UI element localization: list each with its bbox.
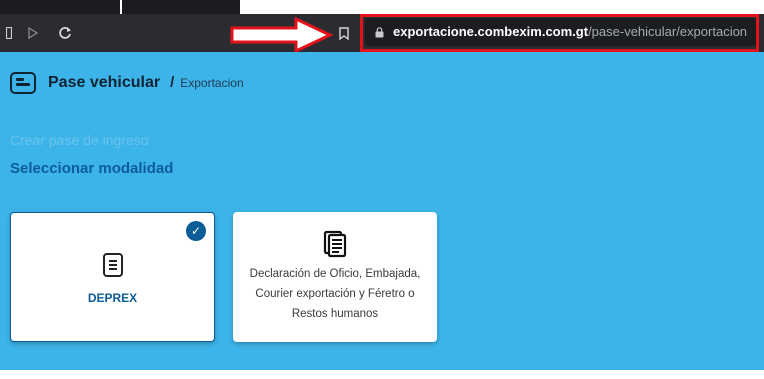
sidebar-icon[interactable] (2, 14, 16, 52)
section-title: Seleccionar modalidad (10, 160, 174, 177)
red-arrow-annotation (230, 17, 334, 53)
modalidad-card-deprex[interactable]: ✓ DEPREX (10, 212, 215, 342)
document-icon (103, 253, 123, 277)
browser-tab-strip (0, 0, 764, 14)
card-label: DEPREX (87, 291, 138, 305)
page-subtitle: Crear pase de ingreso (10, 132, 149, 148)
browser-tab[interactable] (122, 0, 240, 14)
modalidad-card-declaracion[interactable]: Declaración de Oficio, Embajada, Courier… (233, 212, 437, 342)
check-icon: ✓ (186, 221, 206, 241)
page-content: Pase vehicular / Exportacion Crear pase de… (0, 52, 764, 370)
breadcrumb-title[interactable]: Pase vehicular (48, 74, 160, 91)
lock-icon (375, 27, 384, 38)
url-domain: exportacione.combexim.com.gt (393, 24, 589, 39)
breadcrumb-separator: / (170, 74, 175, 91)
clipboard-document-icon (323, 230, 347, 258)
bottom-strip (0, 370, 764, 379)
card-label: Declaración de Oficio, Embajada, Courier… (249, 268, 421, 320)
url-bar[interactable]: exportacione.combexim.com.gt/pase-vehicu… (365, 18, 757, 46)
forward-icon[interactable] (24, 14, 42, 52)
breadcrumb-current: Exportacion (180, 76, 244, 90)
browser-tab[interactable] (0, 0, 120, 14)
url-path: /pase-vehicular/exportacion (588, 24, 748, 39)
reload-icon[interactable] (54, 14, 76, 52)
list-document-icon (10, 72, 36, 94)
url-text[interactable]: exportacione.combexim.com.gt/pase-vehicu… (393, 18, 747, 46)
breadcrumb: Pase vehicular / Exportacion (48, 72, 244, 94)
bookmark-icon[interactable] (336, 14, 352, 52)
